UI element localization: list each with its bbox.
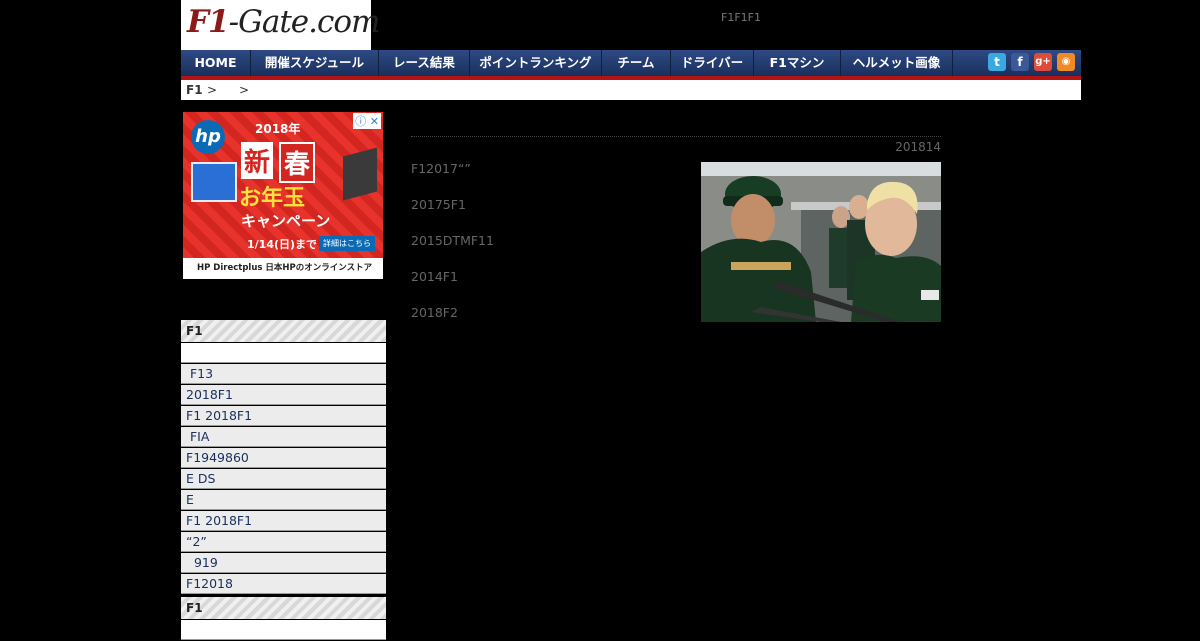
post-date: 201814	[895, 140, 941, 154]
breadcrumb-separator: >	[239, 83, 250, 97]
google-plus-icon[interactable]: g+	[1034, 53, 1052, 71]
site-logo[interactable]: F1-Gate.com	[181, 0, 380, 50]
related-link[interactable]: 2014F1	[411, 269, 458, 284]
list-item[interactable]: F1 2018F1	[181, 406, 386, 426]
list-item[interactable]: 919	[181, 553, 386, 573]
ad-details-button[interactable]: 詳細はこちら	[319, 236, 375, 251]
related-link[interactable]: F12017“”	[411, 161, 471, 176]
nav-home[interactable]: HOME	[181, 50, 251, 76]
nav-schedule[interactable]: 開催スケジュール	[251, 50, 379, 76]
sidebar-section-title: F1	[181, 597, 386, 619]
list-item[interactable]: F13	[181, 364, 386, 384]
nav-race-results[interactable]: レース結果	[379, 50, 470, 76]
breadcrumb-home[interactable]: F1	[186, 80, 203, 100]
main-nav: HOME 開催スケジュール レース結果 ポイントランキング チーム ドライバー …	[181, 50, 1081, 80]
related-link[interactable]: 2018F2	[411, 305, 458, 320]
divider	[411, 136, 941, 137]
related-link[interactable]: 20175F1	[411, 197, 466, 212]
desktop-pc-image	[191, 162, 237, 202]
ad-word-spring: 春	[279, 142, 316, 183]
ad-choices-icon[interactable]: ⓘ ✕	[353, 113, 381, 129]
site-tagline: F1F1F1	[721, 11, 761, 24]
article-photo[interactable]	[701, 162, 941, 322]
list-item[interactable]: 2018F1	[181, 385, 386, 405]
logo-prefix: F1	[187, 4, 230, 40]
list-item[interactable]: E	[181, 490, 386, 510]
breadcrumb-separator: >	[207, 83, 218, 97]
nav-helmet-images[interactable]: ヘルメット画像	[841, 50, 953, 76]
list-item[interactable]: E DS	[181, 469, 386, 489]
ad-date: 1/14(日)まで	[247, 238, 318, 251]
list-item[interactable]	[181, 620, 386, 640]
nav-f1-machines[interactable]: F1マシン	[754, 50, 841, 76]
laptop-image	[343, 147, 377, 201]
logo-suffix: -Gate.com	[228, 4, 381, 40]
hp-logo: hp	[191, 120, 225, 154]
logo-text: F1-Gate.com	[187, 4, 381, 40]
twitter-icon[interactable]: t	[988, 53, 1006, 71]
sidebar-section-title: F1	[181, 320, 386, 342]
facebook-icon[interactable]: f	[1011, 53, 1029, 71]
ad-word-new: 新	[241, 142, 274, 179]
list-item[interactable]: F1949860	[181, 448, 386, 468]
nav-drivers[interactable]: ドライバー	[671, 50, 754, 76]
ad-campaign: キャンペーン	[241, 212, 331, 230]
list-item[interactable]: F12018	[181, 574, 386, 594]
nav-teams[interactable]: チーム	[602, 50, 671, 76]
list-item[interactable]	[181, 343, 386, 363]
ad-banner[interactable]: hp 2018年 新 春 お年玉 キャンペーン 1/14(日)まで 詳細はこちら…	[183, 112, 383, 279]
ad-footer: HP Directplus 日本HPのオンラインストア	[183, 258, 383, 279]
breadcrumb: F1 > >	[181, 80, 1081, 100]
related-link[interactable]: 2015DTMF11	[411, 233, 494, 248]
ad-otoshidama: お年玉	[239, 186, 306, 211]
list-item[interactable]: “2”	[181, 532, 386, 552]
list-item[interactable]: F1 2018F1	[181, 511, 386, 531]
sidebar-list	[181, 620, 386, 641]
ad-year: 2018年	[255, 122, 301, 136]
list-item[interactable]: FIA	[181, 427, 386, 447]
sidebar-list: F13 2018F1 F1 2018F1 FIA F1949860 E DS E…	[181, 343, 386, 595]
drivers-photo-image	[701, 162, 941, 322]
rss-icon[interactable]: ◉	[1057, 53, 1075, 71]
nav-point-ranking[interactable]: ポイントランキング	[470, 50, 602, 76]
